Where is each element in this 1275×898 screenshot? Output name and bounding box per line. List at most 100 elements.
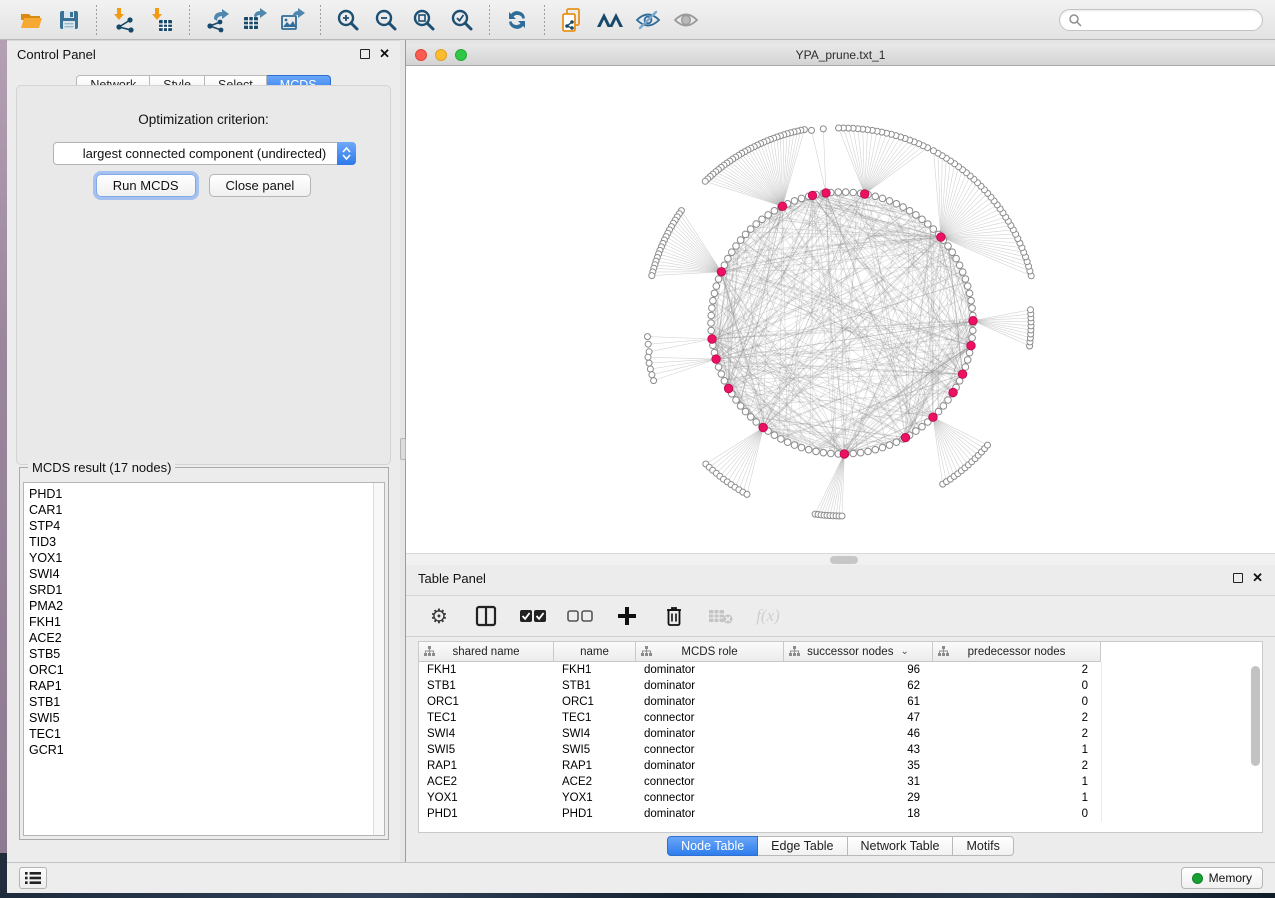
zoom-in-icon[interactable]	[333, 5, 363, 35]
leaf-node[interactable]	[649, 273, 655, 279]
table-row[interactable]: ORC1ORC1dominator610	[419, 694, 1262, 710]
network-hscrollbar[interactable]	[406, 553, 1275, 565]
mcds-result-item[interactable]: TID3	[29, 534, 384, 550]
table-row[interactable]: TEC1TEC1connector472	[419, 710, 1262, 726]
ring-node[interactable]	[747, 414, 754, 421]
node-table[interactable]: shared namenameMCDS rolesuccessor nodes⌄…	[418, 641, 1263, 833]
leaf-node[interactable]	[645, 341, 651, 347]
table-row[interactable]: RAP1RAP1dominator352	[419, 758, 1262, 774]
memory-button[interactable]: Memory	[1181, 867, 1263, 889]
ring-node[interactable]	[835, 189, 842, 196]
ring-node[interactable]	[893, 201, 900, 208]
save-icon[interactable]	[54, 5, 84, 35]
ring-node[interactable]	[964, 283, 971, 290]
leaf-node[interactable]	[836, 125, 842, 131]
mcds-result-item[interactable]: RAP1	[29, 678, 384, 694]
mcds-hub-node[interactable]	[901, 433, 909, 441]
leaf-node[interactable]	[744, 491, 750, 497]
leaf-node[interactable]	[985, 442, 991, 448]
mcds-hub-node[interactable]	[759, 423, 767, 431]
zoom-window-icon[interactable]	[455, 49, 467, 61]
leaf-node[interactable]	[839, 513, 845, 519]
ring-node[interactable]	[945, 397, 952, 404]
close-panel-icon[interactable]: ✕	[379, 49, 390, 59]
mcds-result-item[interactable]: STB1	[29, 694, 384, 710]
add-row-icon[interactable]	[614, 603, 640, 629]
leaf-node[interactable]	[820, 126, 826, 132]
ring-node[interactable]	[969, 335, 976, 342]
ring-node[interactable]	[733, 397, 740, 404]
leaf-node[interactable]	[702, 178, 708, 184]
mcds-hub-node[interactable]	[808, 191, 816, 199]
ring-node[interactable]	[813, 448, 820, 455]
column-header-shared-name[interactable]: shared name	[419, 642, 554, 662]
tab-node-table[interactable]: Node Table	[667, 836, 758, 856]
import-table-icon[interactable]	[147, 5, 177, 35]
mcds-hub-node[interactable]	[861, 190, 869, 198]
network-hscrollbar-thumb[interactable]	[830, 556, 858, 564]
ring-node[interactable]	[708, 327, 715, 334]
ring-node[interactable]	[721, 378, 728, 385]
mcds-result-item[interactable]: PMA2	[29, 598, 384, 614]
optimization-criterion-dropdown[interactable]: largest connected component (undirected)	[53, 142, 356, 165]
mcds-result-list[interactable]: PHD1CAR1STP4TID3YOX1SWI4SRD1PMA2FKH1ACE2…	[23, 482, 385, 836]
table-row[interactable]: FKH1FKH1dominator962	[419, 662, 1262, 678]
ring-node[interactable]	[968, 297, 975, 304]
column-header-successor-nodes[interactable]: successor nodes⌄	[784, 642, 933, 662]
ring-node[interactable]	[930, 226, 937, 233]
mcds-result-item[interactable]: STB5	[29, 646, 384, 662]
mcds-result-item[interactable]: ORC1	[29, 662, 384, 678]
leaf-node[interactable]	[645, 334, 651, 340]
ring-node[interactable]	[718, 371, 725, 378]
ring-node[interactable]	[872, 193, 879, 200]
float-panel-icon[interactable]	[360, 49, 370, 59]
show-all-eye-icon[interactable]	[671, 5, 701, 35]
mcds-hub-node[interactable]	[967, 342, 975, 350]
ring-node[interactable]	[959, 269, 966, 276]
ring-node[interactable]	[747, 226, 754, 233]
import-network-icon[interactable]	[109, 5, 139, 35]
ring-node[interactable]	[945, 243, 952, 250]
mcds-hub-node[interactable]	[717, 268, 725, 276]
leaf-node[interactable]	[809, 127, 815, 133]
mcds-hub-node[interactable]	[708, 335, 716, 343]
search-networks-icon[interactable]	[595, 5, 625, 35]
ring-node[interactable]	[913, 212, 920, 219]
leaf-node[interactable]	[931, 148, 937, 154]
ring-node[interactable]	[850, 450, 857, 457]
run-mcds-button[interactable]: Run MCDS	[96, 174, 196, 197]
close-window-icon[interactable]	[415, 49, 427, 61]
leaf-node[interactable]	[651, 378, 657, 384]
ring-node[interactable]	[715, 364, 722, 371]
mcds-hub-node[interactable]	[822, 189, 830, 197]
mcds-hub-node[interactable]	[724, 384, 732, 392]
mcds-result-item[interactable]: CAR1	[29, 502, 384, 518]
network-canvas[interactable]	[406, 66, 1275, 553]
select-all-rows-icon[interactable]	[520, 603, 546, 629]
apply-layout-icon[interactable]	[502, 5, 532, 35]
ring-node[interactable]	[798, 195, 805, 202]
ring-node[interactable]	[737, 237, 744, 244]
ring-node[interactable]	[709, 305, 716, 312]
ring-node[interactable]	[753, 221, 760, 228]
show-columns-icon[interactable]	[473, 603, 499, 629]
ring-node[interactable]	[940, 403, 947, 410]
ring-node[interactable]	[791, 198, 798, 205]
clone-network-icon[interactable]	[557, 5, 587, 35]
ring-node[interactable]	[715, 276, 722, 283]
ring-node[interactable]	[711, 290, 718, 297]
mcds-hub-node[interactable]	[778, 202, 786, 210]
ring-node[interactable]	[805, 446, 812, 453]
mcds-result-item[interactable]: FKH1	[29, 614, 384, 630]
float-table-panel-icon[interactable]	[1233, 573, 1243, 583]
ring-node[interactable]	[969, 305, 976, 312]
delete-rows-trash-icon[interactable]	[661, 603, 687, 629]
mcds-hub-node[interactable]	[712, 355, 720, 363]
zoom-out-icon[interactable]	[371, 5, 401, 35]
column-header-predecessor-nodes[interactable]: predecessor nodes	[933, 642, 1101, 662]
table-row[interactable]: YOX1YOX1connector291	[419, 790, 1262, 806]
mcds-result-item[interactable]: PHD1	[29, 486, 384, 502]
mcds-result-item[interactable]: GCR1	[29, 742, 384, 758]
export-table-icon[interactable]	[240, 5, 270, 35]
close-table-panel-icon[interactable]: ✕	[1252, 573, 1263, 583]
